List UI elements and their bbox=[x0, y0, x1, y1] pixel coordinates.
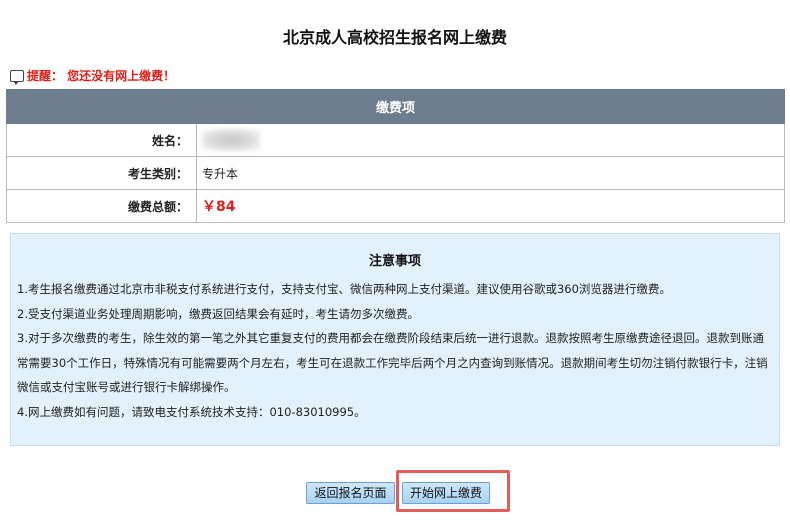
notice-item: 1.考生报名缴费通过北京市非税支付系统进行支付，支持支付宝、微信两种网上支付渠道… bbox=[17, 282, 671, 296]
fee-info-table: 缴费项 姓名： 考生类别： 专升本 缴费总额： ￥84 bbox=[6, 89, 785, 223]
warning-text: 提醒： 您还没有网上缴费！ bbox=[27, 69, 176, 83]
amount-value-cell: ￥84 bbox=[196, 189, 785, 223]
speech-bubble-icon bbox=[10, 69, 24, 85]
action-bar: 返回报名页面 开始网上缴费 bbox=[0, 479, 790, 507]
notice-list: 1.考生报名缴费通过北京市非税支付系统进行支付，支持支付宝、微信两种网上支付渠道… bbox=[17, 277, 773, 425]
table-row-amount: 缴费总额： ￥84 bbox=[6, 189, 785, 223]
table-row-category: 考生类别： 专升本 bbox=[6, 156, 785, 190]
name-value bbox=[196, 123, 785, 157]
category-value: 专升本 bbox=[196, 156, 785, 190]
back-to-registration-button[interactable]: 返回报名页面 bbox=[306, 482, 395, 504]
blurred-name bbox=[202, 129, 260, 151]
fee-amount: ￥84 bbox=[202, 199, 236, 215]
name-label: 姓名： bbox=[6, 123, 197, 157]
amount-label: 缴费总额： bbox=[6, 189, 197, 223]
notice-title: 注意事项 bbox=[368, 254, 421, 269]
table-header: 缴费项 bbox=[6, 89, 785, 124]
category-label: 考生类别： bbox=[6, 156, 197, 190]
notice-panel: 注意事项 1.考生报名缴费通过北京市非税支付系统进行支付，支持支付宝、微信两种网… bbox=[10, 233, 780, 446]
unpaid-warning: 提醒： 您还没有网上缴费！ bbox=[10, 67, 176, 85]
table-row-name: 姓名： bbox=[6, 123, 785, 157]
page-title: 北京成人高校招生报名网上缴费 bbox=[282, 28, 507, 47]
start-payment-button[interactable]: 开始网上缴费 bbox=[402, 482, 490, 504]
notice-item: 3.对于多次缴费的考生，除生效的第一笔之外其它重复支付的费用都会在缴费阶段结束后… bbox=[17, 331, 768, 395]
notice-item: 2.受支付渠道业务处理周期影响，缴费返回结果会有延时，考生请勿多次缴费。 bbox=[17, 306, 419, 321]
table-header-row: 缴费项 bbox=[6, 89, 785, 124]
notice-item: 4.网上缴费如有问题，请致电支付系统技术支持：010-83010995。 bbox=[17, 404, 366, 419]
